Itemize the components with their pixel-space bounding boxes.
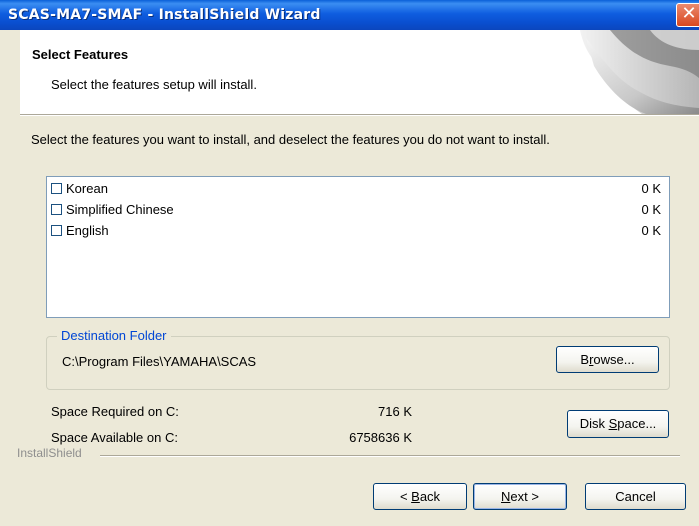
close-icon[interactable]: ✕ bbox=[676, 3, 699, 27]
disk-mnemonic: S bbox=[608, 416, 618, 431]
next-mnemonic: N bbox=[501, 489, 511, 504]
feature-size: 0 K bbox=[641, 202, 661, 217]
feature-size: 0 K bbox=[641, 181, 661, 196]
next-label-part: ext > bbox=[510, 489, 539, 504]
title-bar[interactable]: SCAS-MA7-SMAF - InstallShield Wizard ✕ bbox=[0, 0, 699, 30]
feature-row[interactable]: Korean 0 K bbox=[49, 179, 667, 199]
disk-label-part: pace... bbox=[617, 416, 657, 431]
header-divider bbox=[20, 114, 699, 116]
back-label-part: ack bbox=[419, 489, 441, 504]
feature-row[interactable]: English 0 K bbox=[49, 221, 667, 241]
feature-checkbox[interactable] bbox=[51, 225, 62, 236]
page-title: Select Features bbox=[32, 47, 129, 62]
next-button[interactable]: Next > bbox=[473, 483, 567, 510]
installshield-logo-icon bbox=[580, 30, 699, 114]
back-mnemonic: B bbox=[411, 489, 420, 504]
browse-button[interactable]: Browse... bbox=[556, 346, 659, 373]
installshield-window: SCAS-MA7-SMAF - InstallShield Wizard ✕ S… bbox=[0, 0, 699, 526]
feature-checkbox[interactable] bbox=[51, 204, 62, 215]
disk-space-button[interactable]: Disk Space... bbox=[567, 410, 669, 438]
window-title: SCAS-MA7-SMAF - InstallShield Wizard bbox=[8, 7, 321, 23]
browse-label-part: owse... bbox=[593, 352, 635, 367]
space-available-value: 6758636 K bbox=[349, 430, 412, 445]
feature-size: 0 K bbox=[641, 223, 661, 238]
feature-tree[interactable]: Korean 0 K Simplified Chinese 0 K Englis… bbox=[46, 176, 670, 318]
space-required-value: 716 K bbox=[378, 404, 412, 419]
feature-name: Korean bbox=[66, 181, 108, 196]
header-banner: Select Features Select the features setu… bbox=[20, 30, 699, 114]
feature-name: English bbox=[66, 223, 109, 238]
feature-checkbox[interactable] bbox=[51, 183, 62, 194]
feature-row[interactable]: Simplified Chinese 0 K bbox=[49, 200, 667, 220]
space-required-label: Space Required on C: bbox=[51, 404, 179, 419]
back-button[interactable]: < Back bbox=[373, 483, 467, 510]
feature-name: Simplified Chinese bbox=[66, 202, 174, 217]
instruction-text: Select the features you want to install,… bbox=[31, 132, 550, 147]
page-subtitle: Select the features setup will install. bbox=[51, 77, 257, 92]
cancel-button[interactable]: Cancel bbox=[585, 483, 686, 510]
space-available-label: Space Available on C: bbox=[51, 430, 178, 445]
browse-label-part: B bbox=[580, 352, 590, 367]
disk-label-part: Disk bbox=[579, 416, 609, 431]
footer-divider bbox=[100, 455, 680, 457]
installshield-brand: InstallShield bbox=[17, 446, 82, 460]
destination-path: C:\Program Files\YAMAHA\SCAS bbox=[62, 354, 257, 369]
destination-folder-label: Destination Folder bbox=[57, 328, 171, 343]
back-label-part: < bbox=[399, 489, 412, 504]
